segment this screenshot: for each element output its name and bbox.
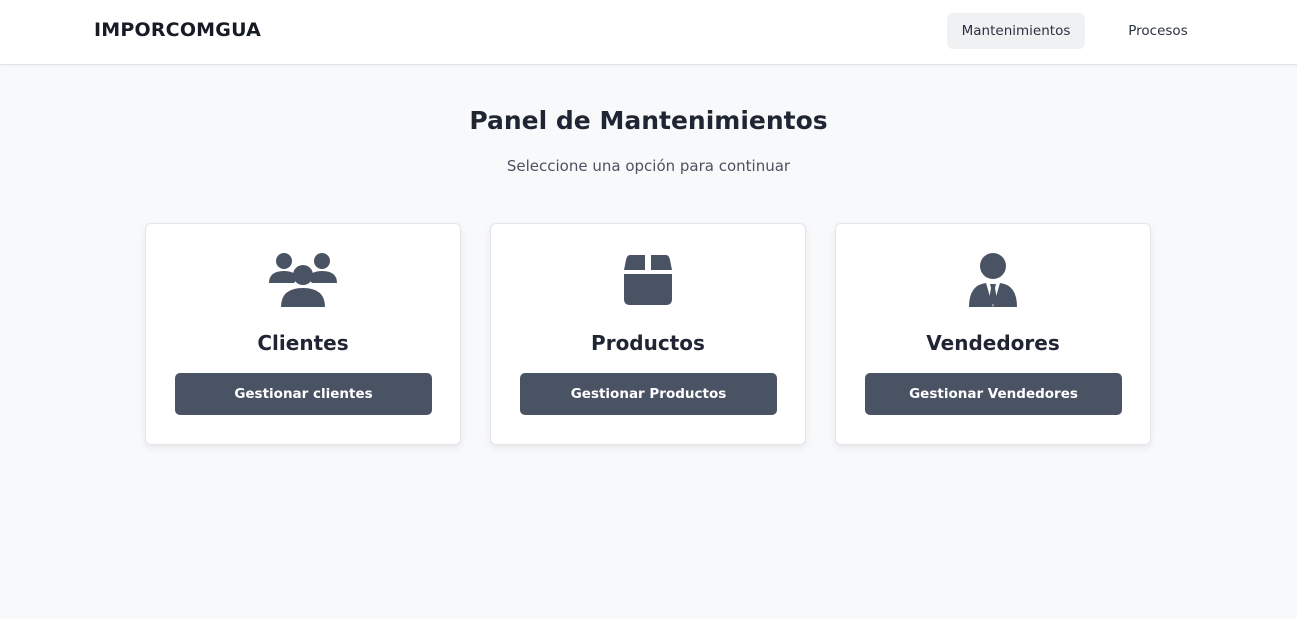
top-navbar: IMPORCOMGUA Mantenimientos Procesos — [0, 0, 1297, 65]
card-title: Productos — [591, 331, 705, 355]
nav-link-procesos[interactable]: Procesos — [1108, 13, 1208, 49]
users-group-icon — [146, 252, 460, 308]
gestionar-vendedores-button[interactable]: Gestionar Vendedores — [865, 373, 1122, 415]
card-clientes: Clientes Gestionar clientes — [145, 223, 461, 445]
page-title: Panel de Mantenimientos — [469, 106, 828, 135]
card-title: Vendedores — [926, 331, 1060, 355]
gestionar-clientes-button[interactable]: Gestionar clientes — [175, 373, 432, 415]
brand-logo[interactable]: IMPORCOMGUA — [94, 19, 261, 41]
card-vendedores: Vendedores Gestionar Vendedores — [835, 223, 1151, 445]
box-icon — [491, 252, 805, 308]
page-subtitle: Seleccione una opción para continuar — [506, 157, 791, 175]
user-tie-icon — [836, 252, 1150, 308]
nav-link-mantenimientos[interactable]: Mantenimientos — [947, 13, 1085, 49]
gestionar-productos-button[interactable]: Gestionar Productos — [520, 373, 777, 415]
card-productos: Productos Gestionar Productos — [490, 223, 806, 445]
card-title: Clientes — [257, 331, 349, 355]
